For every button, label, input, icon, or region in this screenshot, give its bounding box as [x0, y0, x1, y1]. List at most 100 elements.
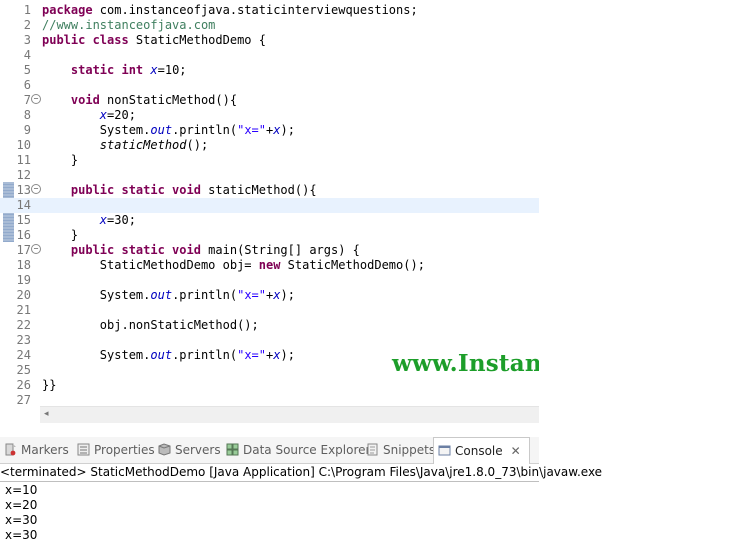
line-number: 13: [16, 183, 31, 197]
console-output-line: x=10: [5, 483, 38, 497]
line-number: 11: [16, 153, 31, 167]
code-line[interactable]: 7− void nonStaticMethod(){: [0, 93, 539, 108]
tab-snippets[interactable]: Snippets: [366, 437, 435, 463]
code-line[interactable]: 22 obj.nonStaticMethod();: [0, 318, 539, 333]
tab-label: Data Source Explorer: [243, 443, 371, 457]
code-line[interactable]: 2 //www.instanceofjava.com: [0, 18, 539, 33]
line-number: 8: [23, 108, 31, 122]
line-number: 1: [23, 3, 31, 17]
code-line[interactable]: 14: [0, 198, 539, 213]
code-text: static int x=10;: [70, 63, 187, 77]
line-number: 2: [23, 18, 31, 32]
console-output-line: x=30: [5, 513, 38, 527]
console-output-line: x=20: [5, 498, 38, 512]
code-text: //www.instanceofjava.com: [42, 18, 216, 32]
code-line[interactable]: 17− public static void main(String[] arg…: [0, 243, 539, 258]
markers-icon: [5, 443, 16, 456]
servers-icon: [158, 443, 171, 456]
code-text: System.out.println("x="+x);: [42, 288, 295, 302]
code-line[interactable]: 20 System.out.println("x="+x);: [0, 288, 539, 303]
line-number: 24: [16, 348, 31, 362]
code-line[interactable]: 18 StaticMethodDemo obj= new StaticMetho…: [0, 258, 539, 273]
code-text: public class StaticMethodDemo {: [42, 33, 266, 47]
code-text: public static void main(String[] args) {: [70, 243, 360, 257]
code-text: public static void staticMethod(){: [70, 183, 317, 197]
code-line[interactable]: 5 static int x=10;: [0, 63, 539, 78]
horizontal-scrollbar[interactable]: ◂: [40, 406, 539, 423]
code-line[interactable]: 16 }: [0, 228, 539, 243]
code-line[interactable]: 3 public class StaticMethodDemo {: [0, 33, 539, 48]
code-line[interactable]: 6: [0, 78, 539, 93]
snippets-icon: [367, 443, 378, 456]
code-text: }}: [42, 378, 57, 392]
code-text: System.out.println("x="+x);: [42, 348, 295, 362]
code-line[interactable]: 23: [0, 333, 539, 348]
line-number: 10: [16, 138, 31, 152]
tab-properties[interactable]: Properties: [77, 437, 155, 463]
code-text: }: [42, 228, 79, 242]
tab-data-source-explorer[interactable]: Data Source Explorer: [226, 437, 370, 463]
line-number: 18: [16, 258, 31, 272]
code-text: staticMethod();: [99, 138, 209, 152]
fold-toggle-icon[interactable]: −: [31, 184, 41, 194]
code-line[interactable]: 1 package com.instanceofjava.staticinterv…: [0, 3, 539, 18]
tab-console[interactable]: Console ✕: [433, 437, 530, 464]
code-line[interactable]: 21: [0, 303, 539, 318]
line-number: 6: [23, 78, 31, 92]
tab-markers[interactable]: Markers: [4, 437, 69, 463]
code-text: x=30;: [99, 213, 136, 227]
line-number: 7: [23, 93, 31, 107]
line-number: 21: [16, 303, 31, 317]
code-text: obj.nonStaticMethod();: [42, 318, 259, 332]
tab-label: Snippets: [383, 443, 436, 457]
line-number: 14: [16, 198, 31, 212]
line-number: 19: [16, 273, 31, 287]
line-number: 25: [16, 363, 31, 377]
data-source-icon: [226, 443, 239, 456]
line-number: 4: [23, 48, 31, 62]
code-text: x=20;: [99, 108, 136, 122]
code-line[interactable]: 15 x=30;: [0, 213, 539, 228]
line-number: 3: [23, 33, 31, 47]
close-icon[interactable]: ✕: [511, 444, 521, 458]
line-number: 9: [23, 123, 31, 137]
line-number: 17: [16, 243, 31, 257]
console-output-line: x=30: [5, 528, 38, 542]
tab-label: Markers: [21, 443, 69, 457]
line-number: 27: [16, 393, 31, 407]
code-editor[interactable]: 1 package com.instanceofjava.staticinterv…: [0, 0, 539, 426]
fold-toggle-icon[interactable]: −: [31, 94, 41, 104]
watermark-text: www.InstanceofJava.com: [392, 350, 539, 377]
line-number: 23: [16, 333, 31, 347]
line-number: 15: [16, 213, 31, 227]
code-line[interactable]: 4: [0, 48, 539, 63]
line-number: 20: [16, 288, 31, 302]
line-number: 22: [16, 318, 31, 332]
line-number: 12: [16, 168, 31, 182]
code-line[interactable]: 26}}: [0, 378, 539, 393]
code-line[interactable]: 10 staticMethod();: [0, 138, 539, 153]
code-line[interactable]: 13− public static void staticMethod(){: [0, 183, 539, 198]
fold-toggle-icon[interactable]: −: [31, 244, 41, 254]
code-line[interactable]: 12: [0, 168, 539, 183]
properties-icon: [77, 443, 90, 456]
tab-label: Properties: [94, 443, 155, 457]
console-status: <terminated> StaticMethodDemo [Java Appl…: [0, 463, 602, 482]
line-number: 16: [16, 228, 31, 242]
line-number: 5: [23, 63, 31, 77]
code-line[interactable]: 8 x=20;: [0, 108, 539, 123]
console-icon: [438, 445, 451, 456]
code-text: }: [42, 153, 79, 167]
line-number: 26: [16, 378, 31, 392]
code-line[interactable]: 19: [0, 273, 539, 288]
code-text: System.out.println("x="+x);: [42, 123, 295, 137]
tab-servers[interactable]: Servers: [158, 437, 221, 463]
scroll-left-icon[interactable]: ◂: [44, 409, 49, 419]
tab-label: Servers: [175, 443, 221, 457]
code-text: StaticMethodDemo obj= new StaticMethodDe…: [42, 258, 425, 272]
code-text: package com.instanceofjava.staticintervi…: [42, 3, 418, 17]
code-line[interactable]: 9 System.out.println("x="+x);: [0, 123, 539, 138]
bottom-panel-tabs: Markers Properties Servers Data Source E…: [0, 437, 539, 464]
code-line[interactable]: 11 }: [0, 153, 539, 168]
code-text: void nonStaticMethod(){: [70, 93, 238, 107]
